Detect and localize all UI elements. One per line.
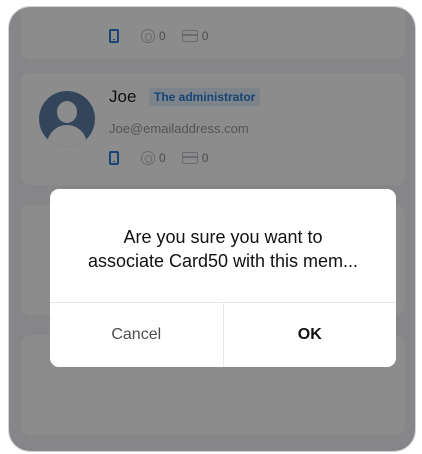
app-screen: 0 0 Joe The administrator Joe@emailaddre… — [8, 6, 416, 452]
confirm-dialog: Are you sure you want to associate Card5… — [50, 189, 396, 367]
dialog-button-bar: Cancel OK — [50, 302, 396, 367]
ok-button[interactable]: OK — [224, 303, 397, 367]
dialog-message: Are you sure you want to associate Card5… — [87, 227, 359, 271]
cancel-button[interactable]: Cancel — [50, 303, 224, 367]
